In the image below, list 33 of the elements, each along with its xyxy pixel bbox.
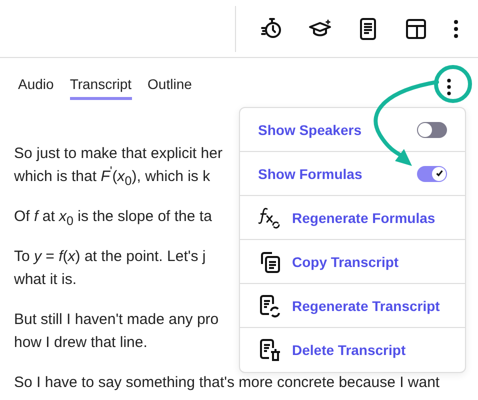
check-icon bbox=[434, 169, 444, 178]
tab[interactable]: Outline bbox=[148, 74, 192, 100]
menu-label: Regenerate Formulas bbox=[292, 210, 436, 226]
transcript-text: which is that F$^{'}$(x$_{0}$), which is k bbox=[14, 165, 210, 188]
toggle-switch[interactable] bbox=[417, 122, 447, 138]
transcript-text: what it is. bbox=[14, 270, 77, 290]
document-trash-icon bbox=[258, 338, 282, 362]
stopwatch-icon[interactable] bbox=[260, 16, 284, 40]
transcript-text: So just to make that explicit her bbox=[14, 144, 222, 164]
transcript-text: how I drew that line. bbox=[14, 333, 148, 353]
menu-item[interactable]: Delete Transcript bbox=[240, 328, 465, 372]
menu-item[interactable]: Show Speakers bbox=[240, 108, 465, 152]
transcript-text: So I have to say something that's more concrete because I want bbox=[14, 373, 440, 393]
transcript-text: But still I haven't made any pro bbox=[14, 310, 219, 330]
menu-label: Regenerate Transcript bbox=[292, 298, 441, 314]
menu-item[interactable]: Regenerate Formulas bbox=[240, 196, 465, 240]
menu-label: Delete Transcript bbox=[292, 342, 407, 358]
menu-label: Show Formulas bbox=[258, 166, 364, 182]
formula-icon bbox=[258, 206, 282, 230]
layout-icon[interactable] bbox=[404, 16, 428, 40]
highlight-circle bbox=[434, 65, 472, 103]
menu-item[interactable]: Regenerate Transcript bbox=[240, 284, 465, 328]
tab[interactable]: Audio bbox=[18, 74, 54, 100]
menu-item[interactable]: Copy Transcript bbox=[240, 240, 465, 284]
tab[interactable]: Transcript bbox=[70, 74, 132, 100]
toggle-switch[interactable] bbox=[417, 166, 447, 182]
transcript-text: To y = f(x) at the point. Let's j bbox=[14, 247, 206, 267]
copy-icon bbox=[258, 250, 282, 274]
transcript-text: Of f at x$_{0}$ is the slope of the ta bbox=[14, 207, 212, 228]
more-icon[interactable] bbox=[445, 76, 453, 98]
menu-label: Copy Transcript bbox=[292, 254, 400, 270]
menu-label: Show Speakers bbox=[258, 122, 362, 138]
document-refresh-icon bbox=[258, 294, 282, 318]
